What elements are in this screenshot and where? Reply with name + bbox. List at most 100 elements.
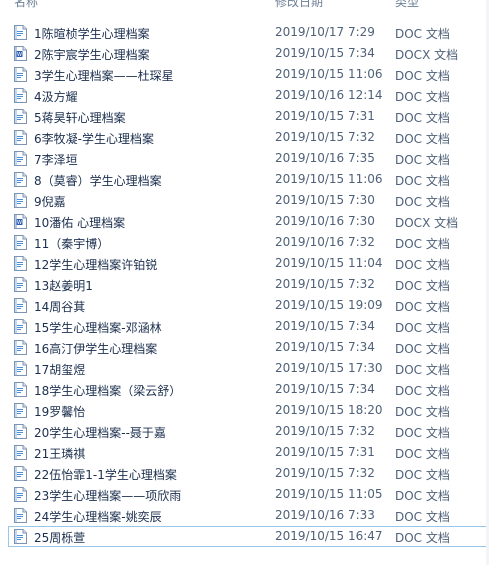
doc-file-icon [14,151,27,166]
file-type: DOC 文档 [395,447,450,461]
file-name: 9倪嘉 [34,195,66,209]
doc-file-icon [14,67,27,82]
file-date-modified: 2019/10/15 7:32 [275,424,375,438]
doc-file-icon [14,445,27,460]
file-date-modified: 2019/10/15 7:34 [275,382,375,396]
file-row[interactable]: 7李泽垣 2019/10/16 7:35 DOC 文档 [0,148,489,169]
file-date-modified: 2019/10/15 7:32 [275,277,375,291]
file-row[interactable]: 5蒋昊轩心理档案 2019/10/15 7:31 DOC 文档 [0,106,489,127]
file-type: DOC 文档 [395,363,450,377]
file-name: 17胡玺煜 [34,363,86,377]
file-row[interactable]: 22伍怡霏1-1学生心理档案 2019/10/15 7:32 DOC 文档 [0,463,489,484]
file-type: DOC 文档 [395,153,450,167]
doc-file-icon [14,130,27,145]
doc-file-icon [14,25,27,40]
file-row[interactable]: 18学生心理档案（梁云舒） 2019/10/15 7:34 DOC 文档 [0,379,489,400]
doc-file-icon [14,88,27,103]
file-type: DOC 文档 [395,27,450,41]
file-type: DOC 文档 [395,90,450,104]
file-type: DOC 文档 [395,132,450,146]
column-header-name[interactable]: 名称 [14,0,38,10]
file-type: DOC 文档 [395,426,450,440]
column-header-date-modified[interactable]: 修改日期 [275,0,323,10]
file-date-modified: 2019/10/16 12:14 [275,88,383,102]
file-row[interactable]: 21王璘祺 2019/10/15 7:31 DOC 文档 [0,442,489,463]
file-date-modified: 2019/10/16 7:35 [275,151,375,165]
file-type: DOC 文档 [395,468,450,482]
file-name: 21王璘祺 [34,447,86,461]
file-type: DOC 文档 [395,531,450,545]
file-type: DOC 文档 [395,237,450,251]
docx-file-icon: W [14,214,27,229]
file-row[interactable]: 15学生心理档案-邓涵林 2019/10/15 7:34 DOC 文档 [0,316,489,337]
file-name: 16高汀伊学生心理档案 [34,342,158,356]
file-date-modified: 2019/10/15 11:05 [275,487,383,501]
file-type: DOC 文档 [395,111,450,125]
doc-file-icon [14,424,27,439]
file-row[interactable]: 13赵姜明1 2019/10/15 7:32 DOC 文档 [0,274,489,295]
file-type: DOC 文档 [395,279,450,293]
file-name: 10潘佑 心理档案 [34,216,126,230]
file-type: DOC 文档 [395,405,450,419]
file-name: 18学生心理档案（梁云舒） [34,384,182,398]
file-date-modified: 2019/10/15 7:31 [275,445,375,459]
file-date-modified: 2019/10/15 19:09 [275,298,383,312]
file-date-modified: 2019/10/15 11:06 [275,172,383,186]
file-name: 1陈暄桢学生心理档案 [34,27,150,41]
file-type: DOC 文档 [395,174,450,188]
file-type: DOC 文档 [395,300,450,314]
file-row[interactable]: W 2陈宇宸学生心理档案 2019/10/15 7:34 DOCX 文档 [0,43,489,64]
doc-file-icon [14,319,27,334]
file-row[interactable]: 4汲方耀 2019/10/16 12:14 DOC 文档 [0,85,489,106]
file-type: DOC 文档 [395,489,450,503]
file-date-modified: 2019/10/15 7:30 [275,193,375,207]
file-date-modified: 2019/10/15 16:47 [275,529,383,543]
file-row[interactable]: 24学生心理档案-姚奕辰 2019/10/16 7:33 DOC 文档 [0,505,489,526]
file-date-modified: 2019/10/15 7:31 [275,109,375,123]
docx-file-icon: W [14,46,27,61]
file-row[interactable]: 3学生心理档案——杜琛星 2019/10/15 11:06 DOC 文档 [0,64,489,85]
file-row[interactable]: 12学生心理档案许铂锐 2019/10/15 11:04 DOC 文档 [0,253,489,274]
file-row[interactable]: 1陈暄桢学生心理档案 2019/10/17 7:29 DOC 文档 [0,22,489,43]
file-date-modified: 2019/10/16 7:30 [275,214,375,228]
file-row[interactable]: 6李牧凝-学生心理档案 2019/10/15 7:32 DOC 文档 [0,127,489,148]
file-type: DOC 文档 [395,258,450,272]
doc-file-icon [14,487,27,502]
file-row[interactable]: 9倪嘉 2019/10/15 7:30 DOC 文档 [0,190,489,211]
file-type: DOCX 文档 [395,216,459,230]
file-row[interactable]: 17胡玺煜 2019/10/15 17:30 DOC 文档 [0,358,489,379]
file-name: 20学生心理档案--聂于嘉 [34,426,166,440]
file-name: 19罗馨怡 [34,405,86,419]
file-date-modified: 2019/10/17 7:29 [275,25,375,39]
file-row[interactable]: 25周栎萱 2019/10/15 16:47 DOC 文档 [8,526,488,547]
file-explorer-details-view: 名称 修改日期 类型 1陈暄桢学生心理档案 2019/10/17 7:29 DOC … [0,0,489,565]
file-row[interactable]: 23学生心理档案——项欣雨 2019/10/15 11:05 DOC 文档 [0,484,489,505]
file-date-modified: 2019/10/15 11:04 [275,256,383,270]
file-name: 15学生心理档案-邓涵林 [34,321,162,335]
file-date-modified: 2019/10/16 7:33 [275,508,375,522]
file-date-modified: 2019/10/15 7:32 [275,130,375,144]
doc-file-icon [14,277,27,292]
file-row[interactable]: 14周谷萁 2019/10/15 19:09 DOC 文档 [0,295,489,316]
file-row[interactable]: 11（秦宇博） 2019/10/16 7:32 DOC 文档 [0,232,489,253]
doc-file-icon [14,466,27,481]
file-date-modified: 2019/10/15 7:34 [275,46,375,60]
file-date-modified: 2019/10/15 18:20 [275,403,383,417]
file-name: 4汲方耀 [34,90,78,104]
column-header-type[interactable]: 类型 [395,0,419,10]
column-header-bar: 名称 修改日期 类型 [0,0,489,9]
file-type: DOC 文档 [395,384,450,398]
doc-file-icon [14,235,27,250]
file-date-modified: 2019/10/15 7:34 [275,319,375,333]
file-row[interactable]: W 10潘佑 心理档案 2019/10/16 7:30 DOCX 文档 [0,211,489,232]
doc-file-icon [14,361,27,376]
file-row[interactable]: 16高汀伊学生心理档案 2019/10/15 7:34 DOC 文档 [0,337,489,358]
file-date-modified: 2019/10/15 17:30 [275,361,383,375]
file-row[interactable]: 19罗馨怡 2019/10/15 18:20 DOC 文档 [0,400,489,421]
file-name: 23学生心理档案——项欣雨 [34,489,182,503]
file-name: 24学生心理档案-姚奕辰 [34,510,162,524]
file-row[interactable]: 20学生心理档案--聂于嘉 2019/10/15 7:32 DOC 文档 [0,421,489,442]
file-row[interactable]: 8（莫睿）学生心理档案 2019/10/15 11:06 DOC 文档 [0,169,489,190]
doc-file-icon [14,298,27,313]
file-name: 2陈宇宸学生心理档案 [34,48,150,62]
